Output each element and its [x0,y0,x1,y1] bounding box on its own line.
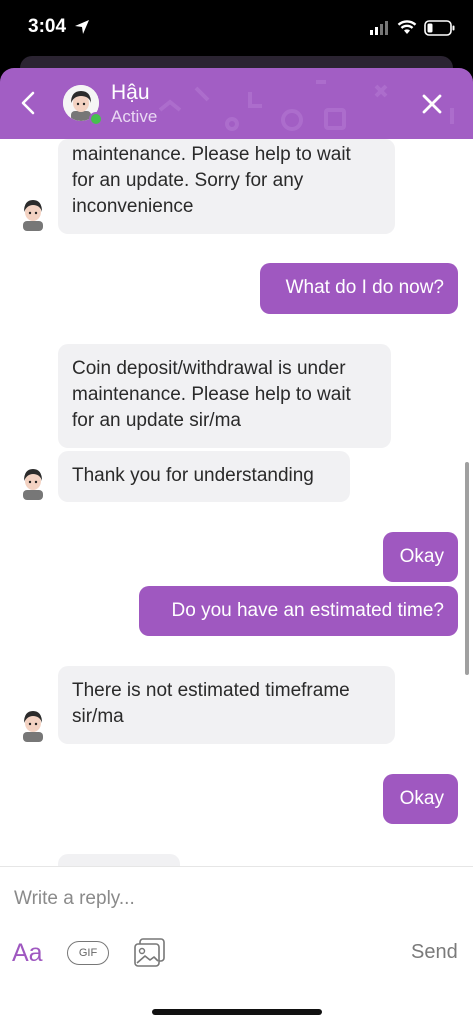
typing-bubble [58,854,180,866]
wifi-icon [397,20,417,34]
close-icon[interactable] [420,92,444,116]
message-text: There is not estimated timeframe sir/ma [72,680,350,727]
home-indicator [152,1009,322,1015]
message-incoming: Thank you for understanding [58,451,350,502]
message-incoming: There is not estimated timeframe sir/ma [58,666,395,744]
contact-name: Hậu [111,81,150,104]
message-text: Coin deposit/withdrawal is under mainten… [72,358,351,431]
composer: Aa GIF Send [0,866,473,1024]
message-incoming: maintenance. Please help to wait for an … [58,139,395,234]
location-arrow-icon [75,20,89,34]
agent-avatar [23,469,43,500]
agent-avatar [23,711,43,742]
message-text: Okay [399,788,444,809]
message-text: What do I do now? [285,277,444,298]
status-time: 3:04 [28,16,67,37]
contact-status: Active [111,107,158,126]
message-text: maintenance. Please help to wait for an … [72,144,351,217]
message-outgoing: Okay [383,774,458,824]
status-bar: 3:04 [0,0,473,58]
text-format-button[interactable]: Aa [12,939,43,968]
chat-header: Hậu Active [0,68,473,139]
back-chevron-icon[interactable] [16,90,40,116]
cellular-signal-icon [370,21,388,35]
scrollbar[interactable] [465,462,469,675]
message-outgoing: Do you have an estimated time? [139,586,458,636]
battery-icon [424,20,455,36]
online-indicator [89,112,103,126]
message-text: Thank you for understanding [72,465,314,486]
message-list[interactable]: maintenance. Please help to wait for an … [0,139,473,866]
reply-input[interactable] [12,881,456,917]
send-button[interactable]: Send [411,941,458,964]
message-outgoing: Okay [383,532,458,582]
agent-avatar [23,200,43,231]
message-outgoing: What do I do now? [260,263,458,314]
image-icon[interactable] [134,938,166,968]
message-text: Do you have an estimated time? [171,600,445,621]
message-incoming: Coin deposit/withdrawal is under mainten… [58,344,391,448]
gif-button[interactable]: GIF [67,941,109,965]
message-text: Okay [399,546,444,567]
